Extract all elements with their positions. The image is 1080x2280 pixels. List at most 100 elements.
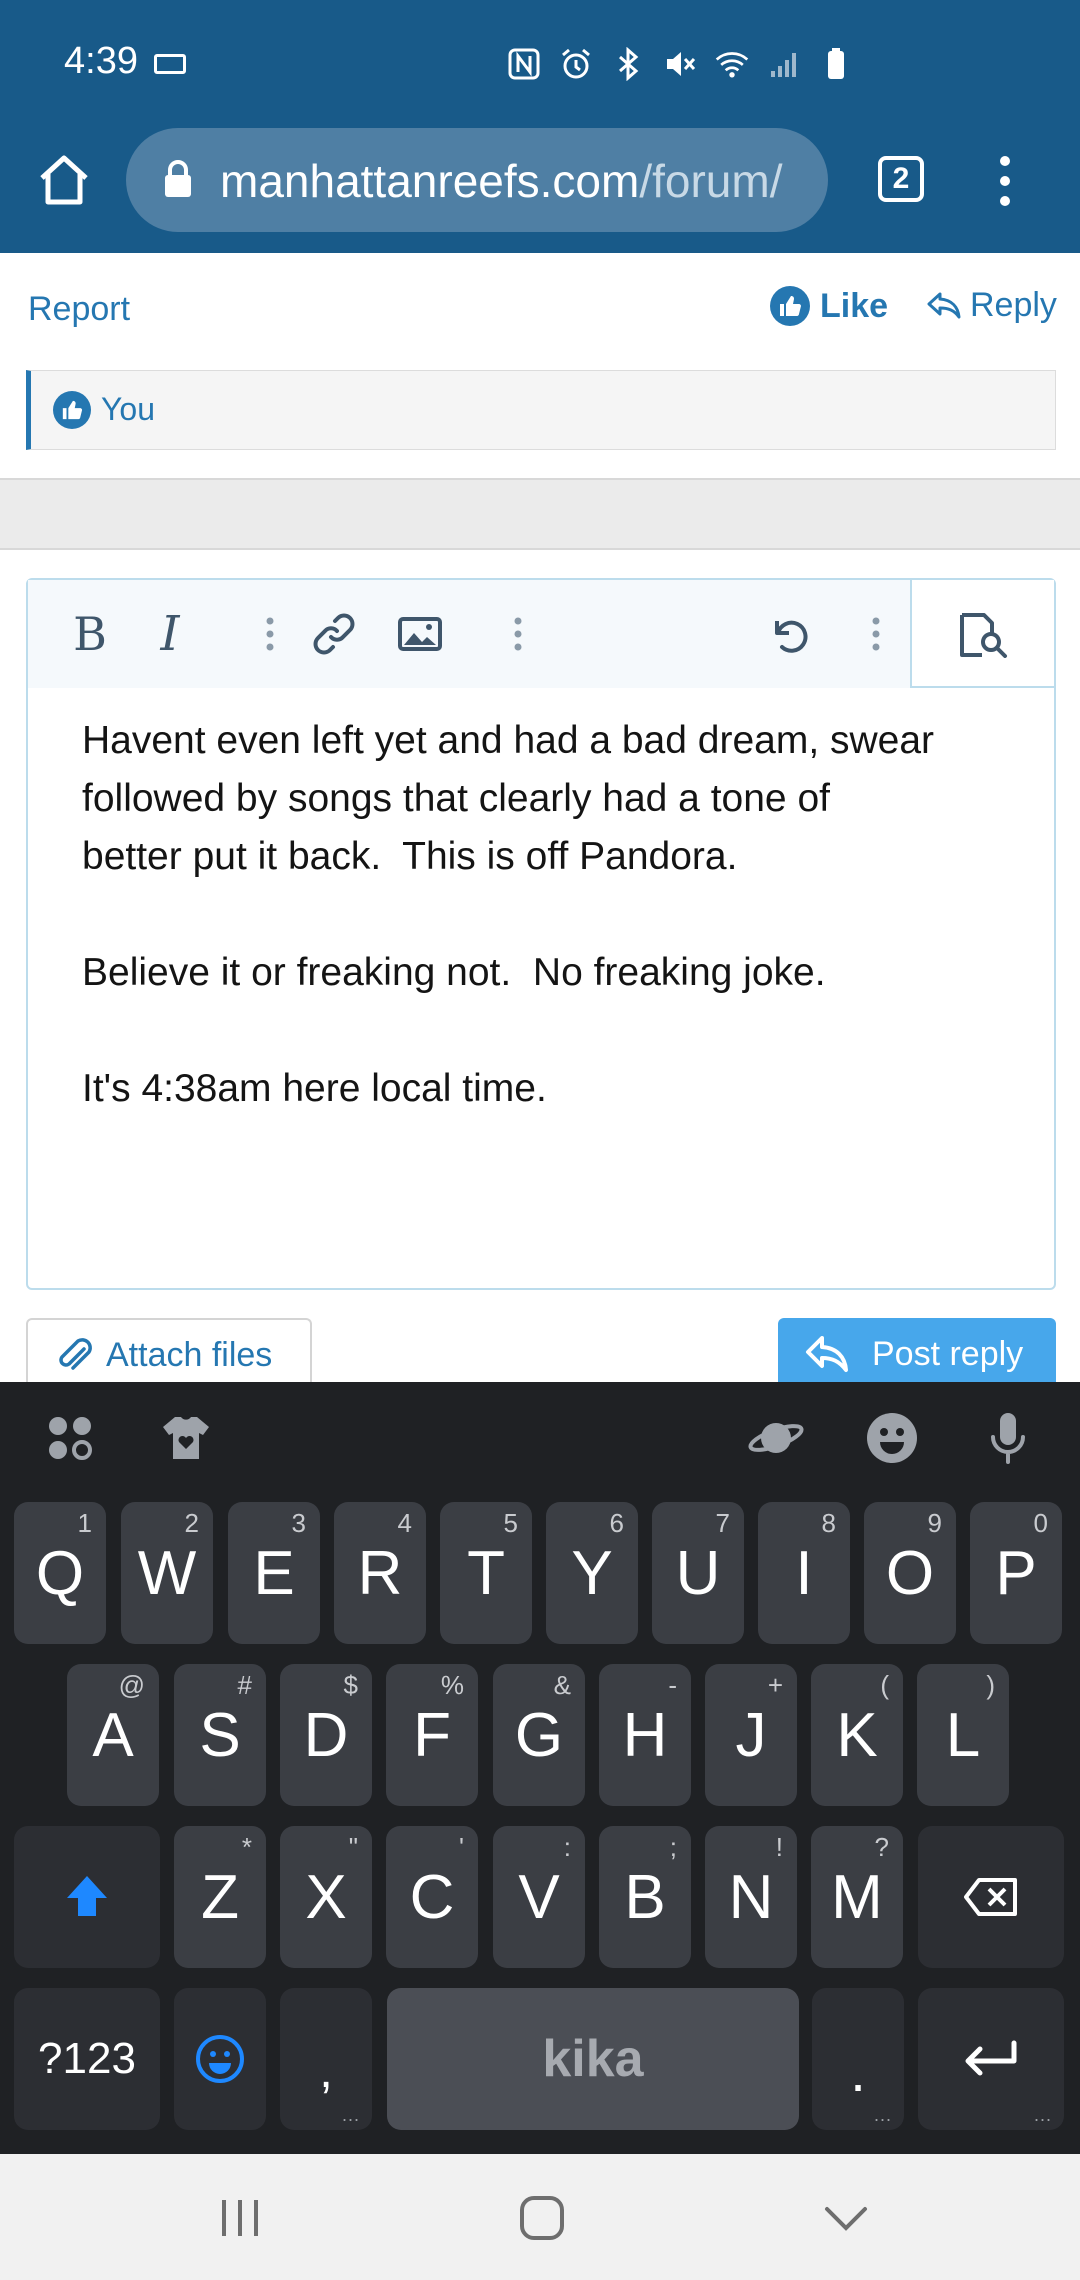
insert-image-button[interactable]	[392, 606, 448, 662]
more-editor-options-button[interactable]	[848, 606, 904, 662]
home-nav-button[interactable]	[512, 2188, 572, 2248]
shift-icon	[14, 1826, 160, 1968]
key-z[interactable]: * Z	[174, 1826, 266, 1968]
key-v[interactable]: :V	[493, 1826, 585, 1968]
shift-key[interactable]	[14, 1826, 160, 1968]
key-p[interactable]: 0P	[970, 1502, 1062, 1644]
key-s[interactable]: # S	[174, 1664, 266, 1806]
backspace-icon	[918, 1826, 1064, 1968]
more-insert-options-button[interactable]	[490, 606, 546, 662]
hide-keyboard-button[interactable]	[816, 2188, 876, 2248]
like-label: Like	[820, 286, 889, 325]
editor-content[interactable]: Havent even left yet and had a bad dream…	[82, 712, 1022, 1118]
theme-icon[interactable]	[156, 1408, 216, 1468]
key-a[interactable]: @ A	[67, 1664, 159, 1806]
microphone-icon[interactable]	[978, 1408, 1038, 1468]
key-r[interactable]: 4R	[334, 1502, 426, 1644]
link-icon	[313, 613, 355, 655]
mute-icon	[662, 46, 698, 82]
reply-link[interactable]: Reply	[926, 286, 1057, 325]
attach-files-button[interactable]: Attach files	[26, 1318, 312, 1390]
key-b[interactable]: ; B	[599, 1826, 691, 1968]
backspace-key[interactable]	[918, 1826, 1064, 1968]
preview-button[interactable]	[910, 580, 1054, 688]
editor-blank-line	[82, 886, 1022, 944]
attach-files-label: Attach files	[106, 1335, 273, 1374]
reply-editor[interactable]: B I Havent even left yet and had a bad d…	[26, 578, 1056, 1290]
recent-apps-button[interactable]	[210, 2188, 270, 2248]
post-reply-label: Post reply	[872, 1334, 1024, 1373]
post-reply-button[interactable]: Post reply	[778, 1318, 1056, 1390]
key-o[interactable]: 9O	[864, 1502, 956, 1644]
section-divider	[0, 478, 1080, 550]
key-q[interactable]: 1Q	[14, 1502, 106, 1644]
key-f[interactable]: % F	[386, 1664, 478, 1806]
period-key[interactable]: ....	[812, 1988, 904, 2130]
italic-button[interactable]: I	[142, 606, 198, 662]
key-j[interactable]: + J	[705, 1664, 797, 1806]
onscreen-keyboard: 1Q 2W 3E 4R 5T 6Y 7U 8I 9O 0P @ A # S $ D %…	[0, 1382, 1080, 2154]
key-e[interactable]: 3E	[228, 1502, 320, 1644]
editor-line: Believe it or freaking not. No freaking …	[82, 951, 826, 994]
key-i[interactable]: 8I	[758, 1502, 850, 1644]
bluetooth-icon	[610, 46, 646, 82]
enter-key[interactable]: ...	[918, 1988, 1064, 2130]
planet-icon[interactable]	[746, 1408, 806, 1468]
editor-blank-line	[82, 1002, 1022, 1060]
key-l[interactable]: ) L	[917, 1664, 1009, 1806]
nfc-icon	[506, 46, 542, 82]
more-vertical-icon	[872, 617, 880, 651]
key-u[interactable]: 7U	[652, 1502, 744, 1644]
likes-summary: You	[26, 370, 1056, 450]
signal-icon	[766, 46, 802, 82]
key-k[interactable]: (K	[811, 1664, 903, 1806]
chevron-down-icon	[825, 2207, 867, 2231]
recents-icon	[222, 2200, 258, 2236]
insert-link-button[interactable]	[306, 606, 362, 662]
key-w[interactable]: 2W	[121, 1502, 213, 1644]
space-key[interactable]: kika	[387, 1988, 799, 2130]
undo-icon	[775, 620, 808, 653]
browser-top-bar: 4:39 manhattanreefs.com/forum/ 2	[0, 0, 1080, 253]
comma-key[interactable]: ,...	[280, 1988, 372, 2130]
url-domain: manhattanreefs.com	[220, 155, 640, 207]
editor-line: It's 4:38am here local time.	[82, 1067, 547, 1110]
symbols-key[interactable]: ?123	[14, 1988, 160, 2130]
apps-icon[interactable]	[40, 1408, 100, 1468]
status-time: 4:39	[64, 40, 138, 82]
more-text-options-button[interactable]	[242, 606, 298, 662]
key-t[interactable]: 5T	[440, 1502, 532, 1644]
key-h[interactable]: -H	[599, 1664, 691, 1806]
battery-icon	[818, 46, 854, 82]
key-d[interactable]: $ D	[280, 1664, 372, 1806]
report-link[interactable]: Report	[28, 290, 130, 329]
reply-label: Reply	[970, 286, 1057, 324]
thumbs-up-icon	[770, 286, 810, 326]
undo-button[interactable]	[762, 606, 818, 662]
browser-menu-button[interactable]	[995, 154, 1015, 208]
home-button[interactable]	[34, 150, 94, 210]
like-button[interactable]: Like	[770, 286, 888, 326]
bold-button[interactable]: B	[62, 606, 118, 662]
key-y[interactable]: 6Y	[546, 1502, 638, 1644]
address-bar[interactable]: manhattanreefs.com/forum/	[126, 128, 828, 232]
reply-icon	[927, 292, 961, 318]
alarm-icon	[558, 46, 594, 82]
tab-switcher-button[interactable]: 2	[878, 156, 924, 202]
key-g[interactable]: & G	[493, 1664, 585, 1806]
key-x[interactable]: " X	[280, 1826, 372, 1968]
emoji-key[interactable]	[174, 1988, 266, 2130]
preview-icon	[960, 613, 1007, 658]
likes-user-link[interactable]: You	[101, 391, 155, 428]
more-vertical-icon	[266, 617, 274, 651]
smiley-icon	[174, 1988, 266, 2130]
home-square-icon	[520, 2196, 564, 2240]
emoji-icon[interactable]	[862, 1408, 922, 1468]
key-m[interactable]: ? M	[811, 1826, 903, 1968]
reply-icon	[806, 1336, 848, 1372]
key-n[interactable]: ! N	[705, 1826, 797, 1968]
url-text: manhattanreefs.com/forum/	[220, 154, 782, 208]
wifi-icon	[714, 46, 750, 82]
editor-line: followed by songs that clearly had a ton…	[82, 777, 830, 820]
key-c[interactable]: ' C	[386, 1826, 478, 1968]
